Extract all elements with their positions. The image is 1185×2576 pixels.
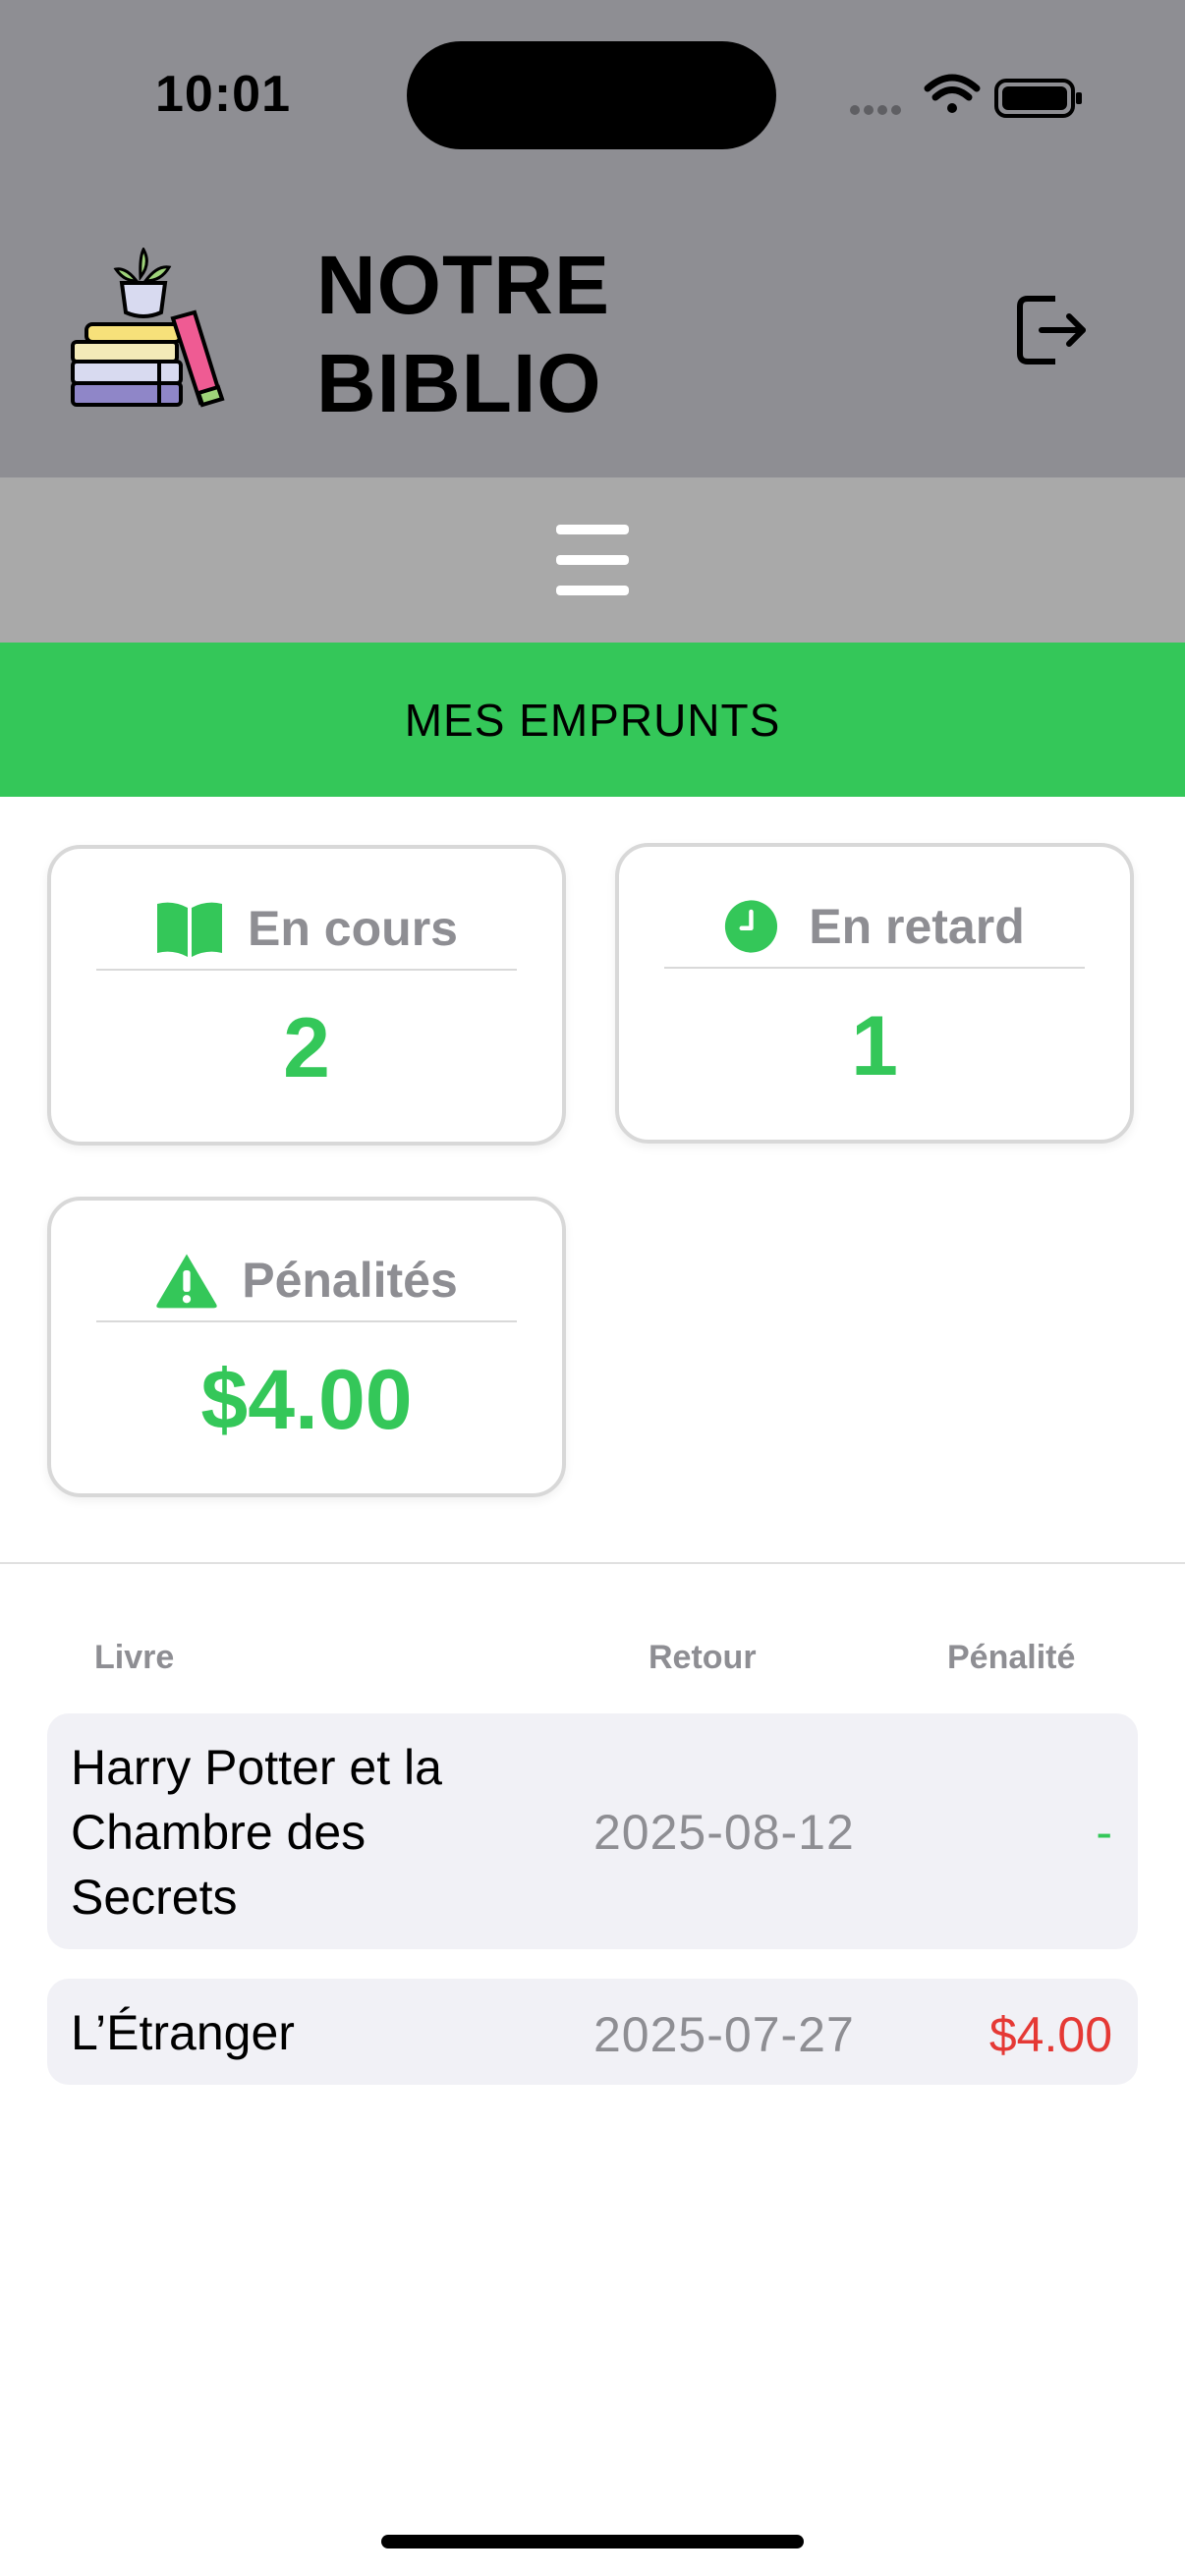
open-book-icon (157, 902, 223, 957)
stat-value: $4.00 (200, 1353, 413, 1447)
app-title-line1: NOTRE (316, 239, 610, 331)
penalty-value: - (1096, 1805, 1112, 1860)
stat-label: En cours (248, 901, 458, 956)
penalty-value: $4.00 (988, 2007, 1112, 2062)
stat-value: 2 (283, 1001, 330, 1095)
stat-label: Pénalités (242, 1253, 458, 1308)
hamburger-menu-icon[interactable] (556, 525, 629, 595)
app-title-line2: BIBLIO (316, 337, 602, 429)
book-title-line: Secrets (71, 1870, 238, 1925)
status-icons (850, 74, 1082, 118)
book-title-line: Harry Potter et la (71, 1740, 442, 1795)
stat-value: 1 (851, 999, 898, 1093)
column-header-penalty: Pénalité (947, 1639, 1076, 1676)
dynamic-island (407, 41, 776, 149)
book-title-line: L’Étranger (71, 2005, 295, 2060)
logout-icon[interactable] (1012, 291, 1091, 369)
stat-card-header: En retard (664, 886, 1085, 969)
clock-icon (725, 900, 778, 953)
table-row[interactable]: L’Étranger 2025-07-27 $4.00 (47, 1979, 1138, 2085)
book-title: Harry Potter et la Chambre des Secrets (71, 1735, 442, 1930)
stat-card-current-loans: En cours 2 (47, 845, 566, 1146)
wifi-icon (924, 74, 981, 113)
return-date: 2025-07-27 (593, 2007, 855, 2062)
book-title-line: Chambre des (71, 1805, 367, 1860)
battery-icon (994, 79, 1082, 118)
library-logo-icon (71, 248, 225, 408)
status-time: 10:01 (155, 66, 291, 123)
return-date: 2025-08-12 (593, 1805, 855, 1860)
column-header-return: Retour (649, 1639, 757, 1676)
cellular-signal-icon (850, 105, 901, 115)
app-title: NOTRE BIBLIO (316, 236, 610, 432)
stat-card-header: En cours (96, 888, 517, 971)
stat-label: En retard (809, 899, 1025, 954)
home-indicator[interactable] (381, 2535, 804, 2548)
stat-card-header: Pénalités (96, 1240, 517, 1322)
section-title: MES EMPRUNTS (404, 694, 781, 746)
warning-icon (156, 1254, 217, 1309)
book-title: L’Étranger (71, 2000, 295, 2065)
section-divider (0, 1562, 1185, 1564)
stat-card-overdue: En retard 1 (615, 843, 1134, 1144)
table-row[interactable]: Harry Potter et la Chambre des Secrets 2… (47, 1713, 1138, 1949)
stat-card-penalties: Pénalités $4.00 (47, 1197, 566, 1497)
column-header-book: Livre (94, 1639, 175, 1676)
